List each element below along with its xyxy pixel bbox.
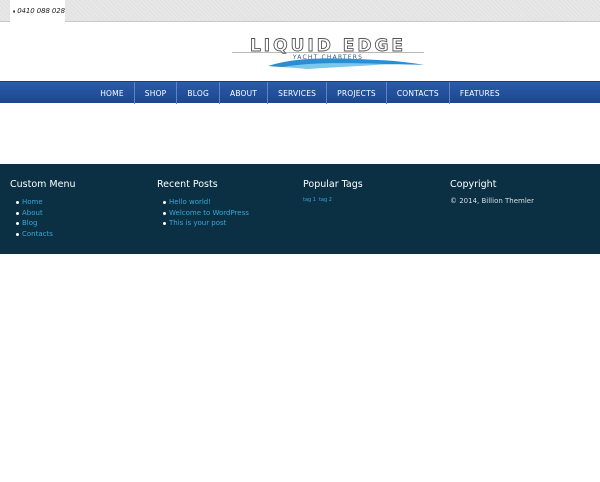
menu-link-contacts[interactable]: Contacts xyxy=(16,229,150,240)
nav-label: ABOUT xyxy=(229,88,258,98)
site-header: LIQUID EDGE YACHT CHARTERS xyxy=(0,22,600,81)
nav-label: PROJECTS xyxy=(337,88,376,98)
top-bar: 0410 088 028 xyxy=(0,0,600,22)
nav-item-features[interactable]: FEATURES xyxy=(448,82,510,104)
nav-item-contacts[interactable]: CONTACTS xyxy=(385,82,449,104)
nav-item-home[interactable]: HOME xyxy=(90,82,134,104)
copyright-widget: Copyright © 2014, Billion Themler xyxy=(450,179,590,205)
widget-title: Popular Tags xyxy=(303,179,363,190)
widget-title: Custom Menu xyxy=(10,179,76,190)
popular-tags-widget: Popular Tags tag 1 tag 2 xyxy=(303,179,443,203)
recent-posts-widget: Recent Posts Hello world! Welcome to Wor… xyxy=(157,179,297,229)
phone-number: 0410 088 028 xyxy=(17,7,65,15)
copyright-text: © 2014, Billion Themler xyxy=(450,197,534,205)
site-logo[interactable]: LIQUID EDGE YACHT CHARTERS xyxy=(228,36,428,72)
nav-label: CONTACTS xyxy=(396,88,439,98)
tag-cloud: tag 1 tag 2 xyxy=(303,197,443,203)
nav-label: BLOG xyxy=(187,88,209,98)
custom-menu-widget: Custom Menu Home About Blog Contacts xyxy=(10,179,150,239)
nav-item-services[interactable]: SERVICES xyxy=(267,82,326,104)
menu-link-home[interactable]: Home xyxy=(16,197,150,208)
post-link[interactable]: Hello world! xyxy=(163,197,297,208)
nav-item-about[interactable]: ABOUT xyxy=(218,82,267,104)
post-link[interactable]: This is your post xyxy=(163,218,297,229)
nav-item-shop[interactable]: SHOP xyxy=(133,82,177,104)
nav-label: SHOP xyxy=(144,88,167,98)
logo-title: LIQUID EDGE xyxy=(250,36,406,56)
nav-label: FEATURES xyxy=(459,88,500,98)
widget-title: Copyright xyxy=(450,179,497,190)
widget-title: Recent Posts xyxy=(157,179,218,190)
site-footer: Custom Menu Home About Blog Contacts Rec… xyxy=(0,164,600,254)
nav-label: SERVICES xyxy=(278,88,317,98)
menu-link-about[interactable]: About xyxy=(16,208,150,219)
phone-contact[interactable]: 0410 088 028 xyxy=(10,0,65,22)
phone-icon xyxy=(13,9,16,13)
nav-item-blog[interactable]: BLOG xyxy=(176,82,219,104)
main-nav: HOME SHOP BLOG ABOUT SERVICES PROJECTS C… xyxy=(0,81,600,104)
tag-link[interactable]: tag 2 xyxy=(319,197,332,203)
menu-link-blog[interactable]: Blog xyxy=(16,218,150,229)
nav-label: HOME xyxy=(100,88,124,98)
tag-link[interactable]: tag 1 xyxy=(303,197,316,203)
post-link[interactable]: Welcome to WordPress xyxy=(163,208,297,219)
nav-item-projects[interactable]: PROJECTS xyxy=(326,82,386,104)
